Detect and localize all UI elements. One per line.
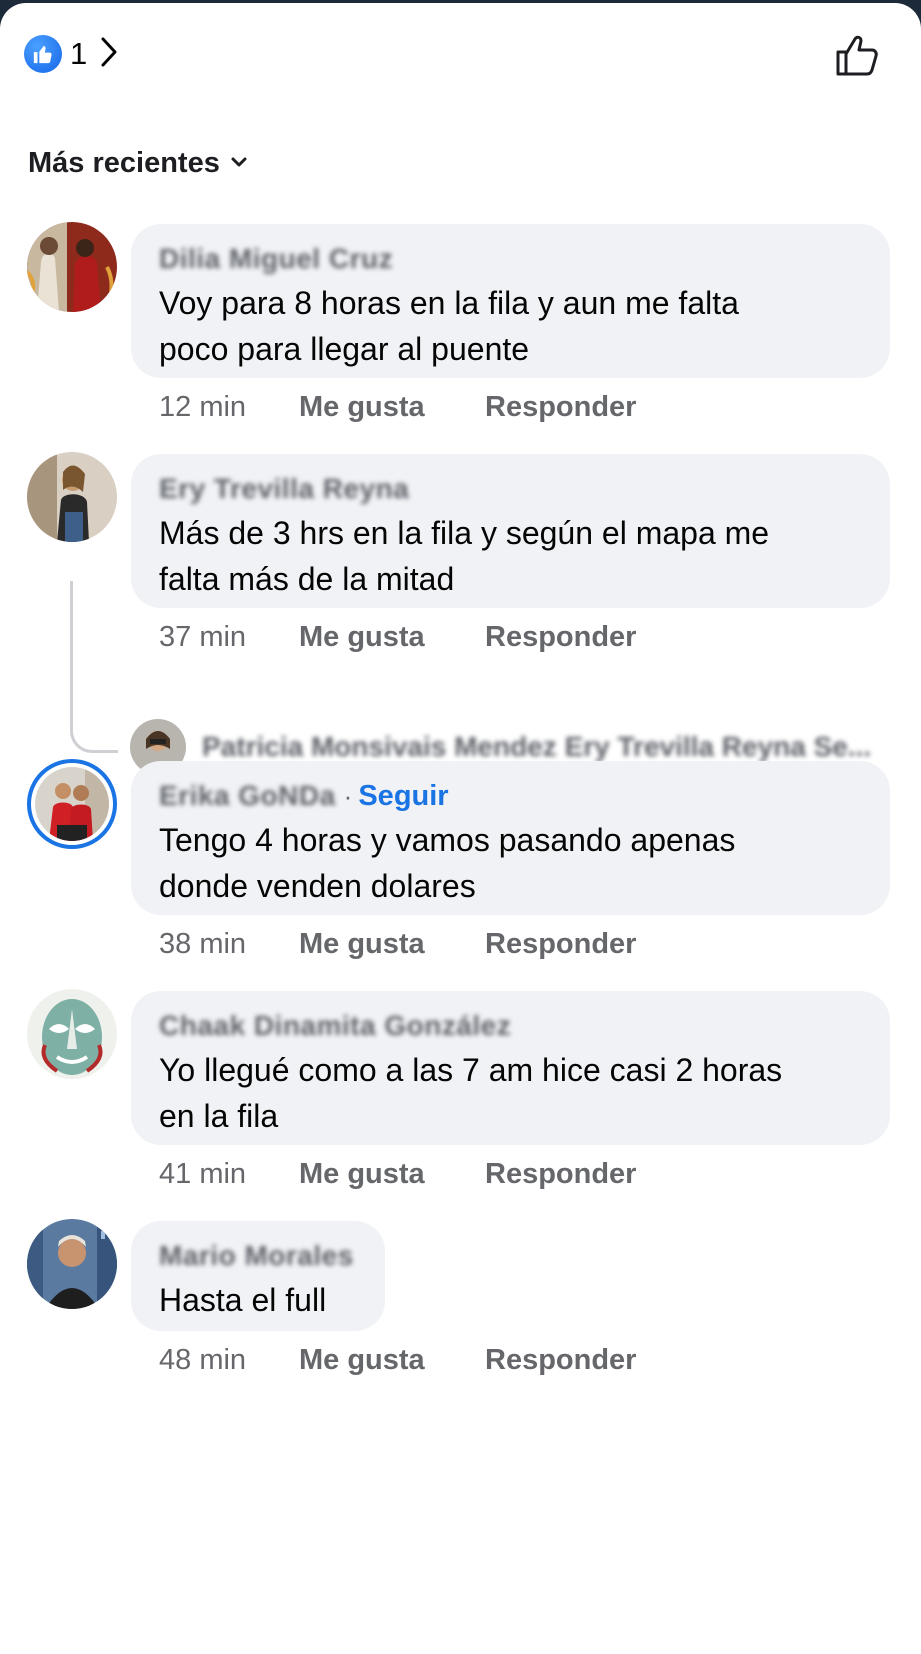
- like-button[interactable]: Me gusta: [299, 391, 485, 424]
- avatar[interactable]: [27, 452, 117, 542]
- comment-time[interactable]: 37 min: [159, 621, 299, 654]
- reply-button[interactable]: Responder: [485, 1158, 636, 1191]
- comment-time[interactable]: 48 min: [159, 1344, 299, 1377]
- comment-author[interactable]: Ery Trevilla Reyna: [159, 473, 409, 505]
- comment-time[interactable]: 41 min: [159, 1158, 299, 1191]
- comment-author[interactable]: Mario Morales: [159, 1240, 354, 1272]
- reactions-summary[interactable]: 1: [24, 35, 119, 73]
- comment-actions: 38 min Me gusta Responder: [159, 928, 636, 961]
- comment-text-line: Yo llegué como a las 7 am hice casi 2 ho…: [159, 1052, 783, 1088]
- reaction-count: 1: [70, 36, 88, 71]
- comment-text: Tengo 4 horas y vamos pasando apenas don…: [159, 817, 862, 909]
- comment-bubble[interactable]: Chaak Dinamita González Yo llegué como a…: [131, 991, 890, 1145]
- follow-button[interactable]: Seguir: [358, 780, 448, 813]
- comment-bubble[interactable]: Erika GoNDa · Seguir Tengo 4 horas y vam…: [131, 761, 890, 915]
- comment-author[interactable]: Dilia Miguel Cruz: [159, 243, 393, 275]
- comments-sheet: 1 Más recientes Dilia Miguel Cruz Voy pa…: [0, 3, 921, 1654]
- reply-thread-line: [70, 581, 118, 753]
- reply-button[interactable]: Responder: [485, 391, 636, 424]
- reply-button[interactable]: Responder: [485, 621, 636, 654]
- chevron-down-icon: [230, 155, 248, 173]
- comment-text-line: falta más de la mitad: [159, 561, 455, 597]
- comment-text: Yo llegué como a las 7 am hice casi 2 ho…: [159, 1047, 862, 1139]
- comment-text: Más de 3 hrs en la fila y según el mapa …: [159, 510, 862, 602]
- sort-label: Más recientes: [28, 147, 220, 179]
- reactions-header: 1: [0, 3, 921, 113]
- comment-author[interactable]: Chaak Dinamita González: [159, 1010, 511, 1042]
- comment-text-line: Tengo 4 horas y vamos pasando apenas: [159, 822, 736, 858]
- comment-text-line: donde venden dolares: [159, 868, 476, 904]
- comment-text-line: Hasta el full: [159, 1282, 327, 1318]
- reply-preview-text: Patricia Monsivais Mendez Ery Trevilla R…: [202, 731, 872, 762]
- chevron-right-icon: [99, 36, 119, 73]
- like-button[interactable]: Me gusta: [299, 621, 485, 654]
- avatar[interactable]: [27, 222, 117, 312]
- comment-time[interactable]: 12 min: [159, 391, 299, 424]
- comment-text-line: Voy para 8 horas en la fila y aun me fal…: [159, 285, 739, 321]
- comment-text-line: poco para llegar al puente: [159, 331, 530, 367]
- avatar[interactable]: [27, 759, 117, 849]
- reply-button[interactable]: Responder: [485, 928, 636, 961]
- reply-button[interactable]: Responder: [485, 1344, 636, 1377]
- thumbs-up-outline-icon[interactable]: [833, 31, 881, 84]
- comment-text-line: Más de 3 hrs en la fila y según el mapa …: [159, 515, 770, 551]
- comment-actions: 37 min Me gusta Responder: [159, 621, 636, 654]
- comment-actions: 12 min Me gusta Responder: [159, 391, 636, 424]
- comment-time[interactable]: 38 min: [159, 928, 299, 961]
- sort-dropdown[interactable]: Más recientes: [28, 147, 248, 180]
- comment-author[interactable]: Erika GoNDa: [159, 780, 336, 812]
- comment-bubble[interactable]: Dilia Miguel Cruz Voy para 8 horas en la…: [131, 224, 890, 378]
- comment-actions: 48 min Me gusta Responder: [159, 1344, 636, 1377]
- comment-text: Hasta el full: [159, 1277, 357, 1323]
- like-button[interactable]: Me gusta: [299, 1344, 485, 1377]
- like-button[interactable]: Me gusta: [299, 1158, 485, 1191]
- avatar[interactable]: [27, 1219, 117, 1309]
- comment-text: Voy para 8 horas en la fila y aun me fal…: [159, 280, 862, 372]
- comment-bubble[interactable]: Mario Morales Hasta el full: [131, 1221, 385, 1331]
- like-badge-icon: [24, 35, 62, 73]
- comment-actions: 41 min Me gusta Responder: [159, 1158, 636, 1191]
- separator-dot: ·: [343, 780, 353, 811]
- avatar[interactable]: [27, 989, 117, 1079]
- comment-bubble[interactable]: Ery Trevilla Reyna Más de 3 hrs en la fi…: [131, 454, 890, 608]
- like-button[interactable]: Me gusta: [299, 928, 485, 961]
- comment-text-line: en la fila: [159, 1098, 279, 1134]
